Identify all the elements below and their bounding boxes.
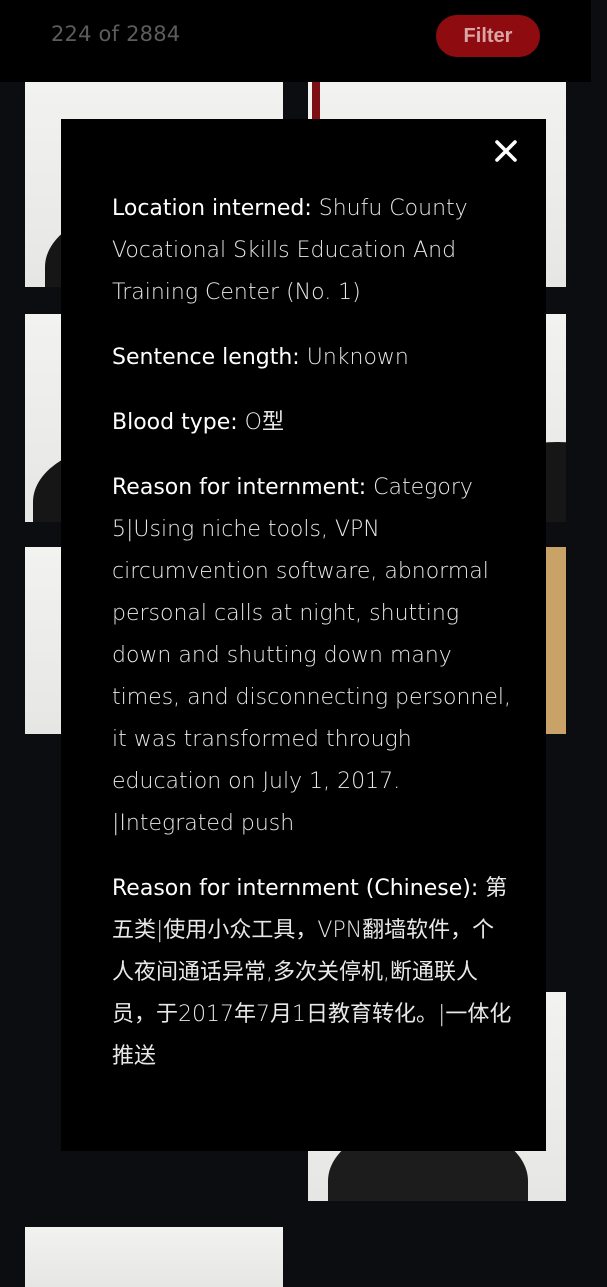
result-counter: 224 of 2884 [51,22,181,46]
field-reason-chinese: Reason for internment (Chinese): 第五类|使用小… [112,868,512,1078]
filter-button[interactable]: Filter [436,15,540,57]
photo-tile[interactable] [25,1227,283,1287]
field-value: O型 [237,410,284,435]
field-label: Location interned: [112,196,312,221]
field-label: Reason for internment: [112,475,367,500]
close-icon [495,140,517,162]
top-bar: 224 of 2884 Filter [0,0,591,82]
field-sentence-length: Sentence length: Unknown [112,337,512,379]
scrollbar[interactable] [591,0,607,1280]
field-location: Location interned: Shufu County Vocation… [112,188,512,314]
field-label: Reason for internment (Chinese): [112,876,479,901]
field-reason: Reason for internment: Category 5|Using … [112,467,512,845]
field-label: Sentence length: [112,345,300,370]
modal-content: Location interned: Shufu County Vocation… [112,188,512,1101]
field-value: Category 5|Using niche tools, VPN circum… [112,475,512,836]
field-value: 第五类|使用小众工具，VPN翻墙软件，个人夜间通话异常,多次关停机,断通联人员，… [112,876,512,1069]
field-blood-type: Blood type: O型 [112,402,512,444]
field-label: Blood type: [112,410,238,435]
close-button[interactable] [491,136,521,166]
field-value: Unknown [299,345,409,370]
